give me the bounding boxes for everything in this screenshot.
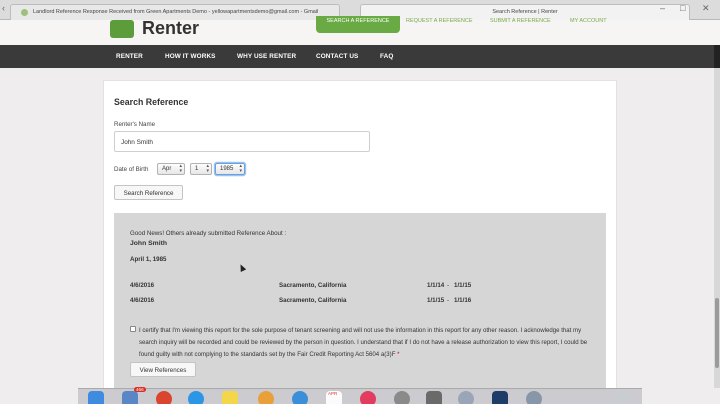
finder-icon[interactable] xyxy=(88,391,104,404)
name-label: Renter's Name xyxy=(114,121,156,128)
nav-item-why-use-renter[interactable]: WHY USE RENTER xyxy=(237,53,296,60)
row2-location: Sacramento, California xyxy=(279,297,347,304)
search-reference-card: Search Reference Renter's Name John Smit… xyxy=(103,80,617,391)
row1-dash: - xyxy=(447,282,450,289)
gmail-favicon-icon xyxy=(21,9,28,16)
top-link-submit-reference[interactable]: SUBMIT A REFERENCE xyxy=(490,18,551,24)
dob-day-select[interactable]: 1 ▴ ▾ xyxy=(190,163,212,175)
trash-icon[interactable] xyxy=(614,391,630,404)
dob-year-value: 1985 xyxy=(220,166,234,172)
results-panel: Good News! Others already submitted Refe… xyxy=(114,213,606,391)
calendar-icon[interactable]: APR xyxy=(326,391,342,404)
results-dob: April 1, 1985 xyxy=(130,256,167,263)
consent-checkbox[interactable] xyxy=(130,326,136,332)
row2-to: 1/1/16 xyxy=(454,297,472,304)
window-maximize-icon[interactable]: □ xyxy=(680,3,685,13)
results-intro: Good News! Others already submitted Refe… xyxy=(130,230,287,237)
stepper-arrows-icon: ▴ ▾ xyxy=(179,163,182,174)
dob-label: Date of Birth xyxy=(114,166,149,173)
required-mark: * xyxy=(397,350,400,358)
launchpad-icon[interactable] xyxy=(458,391,474,404)
tab-title: Landlord Reference Response Received fro… xyxy=(33,9,319,15)
back-arrow-icon[interactable]: ‹ xyxy=(2,3,5,13)
tab-title: Search Reference | Renter xyxy=(492,9,558,15)
scrollbar-top xyxy=(714,45,720,68)
mail-icon[interactable] xyxy=(122,391,138,404)
mouse-cursor-icon xyxy=(237,263,247,272)
row2-from: 1/1/15 xyxy=(427,297,445,304)
row2-date: 4/6/2016 xyxy=(130,297,155,304)
mail-badge: 466 xyxy=(134,387,146,392)
top-link-my-account[interactable]: MY ACCOUNT xyxy=(570,18,607,24)
nav-item-renter[interactable]: RENTER xyxy=(116,53,143,60)
main-nav: RENTER HOW IT WORKS WHY USE RENTER CONTA… xyxy=(0,45,720,68)
stepper-arrows-icon: ▴ ▾ xyxy=(206,163,209,174)
top-link-search-reference[interactable]: SEARCH A REFERENCE xyxy=(316,16,400,33)
nav-item-how-it-works[interactable]: HOW IT WORKS xyxy=(165,53,216,60)
screen-icon[interactable] xyxy=(526,391,542,404)
dob-month-value: Apr xyxy=(162,166,172,172)
chrome-icon[interactable] xyxy=(156,391,172,404)
scrollbar-thumb[interactable] xyxy=(715,298,719,368)
dob-year-select[interactable]: 1985 ▴ ▾ xyxy=(215,163,245,175)
photoshop-icon[interactable] xyxy=(492,391,508,404)
logo-text: Renter xyxy=(142,18,200,38)
row2-dash: - xyxy=(447,297,450,304)
calendar-label: APR xyxy=(328,391,338,396)
page-title: Search Reference xyxy=(114,97,189,107)
logo-house-icon xyxy=(110,19,134,38)
app-icon[interactable] xyxy=(426,391,442,404)
photos-icon[interactable] xyxy=(258,391,274,404)
window-close-icon[interactable]: ✕ xyxy=(702,3,710,14)
view-references-button[interactable]: View References xyxy=(130,362,196,377)
row1-date: 4/6/2016 xyxy=(130,282,155,289)
dob-day-value: 1 xyxy=(195,166,199,172)
dob-month-select[interactable]: Apr ▴ ▾ xyxy=(157,163,185,175)
safari-icon[interactable] xyxy=(292,391,308,404)
page-scrollbar[interactable] xyxy=(714,68,720,388)
top-link-request-reference[interactable]: REQUEST A REFERENCE xyxy=(406,18,473,24)
stepper-arrows-icon: ▴ ▾ xyxy=(239,163,242,174)
notes-icon[interactable] xyxy=(222,391,238,404)
search-reference-button[interactable]: Search Reference xyxy=(114,185,183,200)
site-header: Renter SEARCH A REFERENCE REQUEST A REFE… xyxy=(0,16,720,45)
renter-name-input[interactable]: John Smith xyxy=(114,131,370,152)
music-icon[interactable] xyxy=(360,391,376,404)
macos-dock: 466 APR xyxy=(78,387,642,404)
row1-from: 1/1/14 xyxy=(427,282,445,289)
row1-to: 1/1/15 xyxy=(454,282,472,289)
nav-item-faq[interactable]: FAQ xyxy=(380,53,393,60)
system-preferences-icon[interactable] xyxy=(394,391,410,404)
row1-location: Sacramento, California xyxy=(279,282,347,289)
nav-item-contact-us[interactable]: CONTACT US xyxy=(316,53,358,60)
results-name: John Smith xyxy=(130,240,168,247)
consent-text: I certify that I'm viewing this report f… xyxy=(139,325,594,360)
window-minimize-icon[interactable]: – xyxy=(660,3,665,13)
browser-icon[interactable] xyxy=(188,391,204,404)
consent-body: I certify that I'm viewing this report f… xyxy=(139,327,588,358)
site-logo[interactable]: Renter xyxy=(110,16,199,41)
